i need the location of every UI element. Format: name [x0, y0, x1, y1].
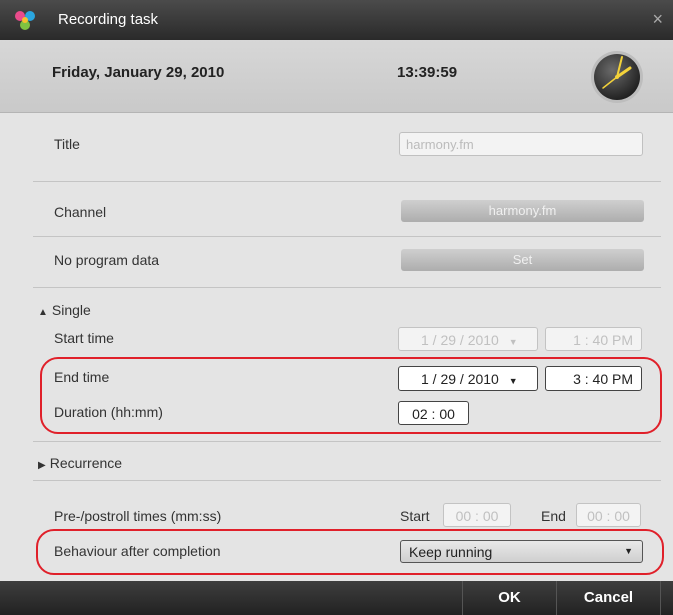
triangle-right-icon: ▶	[38, 460, 46, 471]
divider	[33, 287, 661, 288]
dialog-footer: OK Cancel	[0, 581, 673, 615]
postroll-end-label: End	[541, 508, 566, 524]
postroll-end-field[interactable]: 00 : 00	[576, 503, 641, 527]
program-data-label: No program data	[54, 252, 160, 268]
set-button[interactable]: Set	[401, 249, 644, 271]
analog-clock-icon	[591, 51, 643, 103]
chevron-down-icon: ▼	[508, 337, 518, 347]
app-logo-icon	[15, 11, 35, 30]
recording-task-window: Recording task × Friday, January 29, 201…	[0, 0, 673, 615]
postroll-end-value: 00 : 00	[587, 508, 630, 524]
behaviour-highlight	[36, 529, 664, 575]
start-time-value: 1 : 40 PM	[573, 332, 633, 348]
divider	[33, 480, 661, 481]
divider	[33, 236, 661, 237]
single-section-toggle[interactable]: ▲ Single	[38, 302, 91, 318]
recurrence-section-label: Recurrence	[49, 455, 123, 471]
date-time-header: Friday, January 29, 2010 13:39:59	[0, 40, 673, 113]
start-time-picker[interactable]: 1 : 40 PM	[545, 327, 642, 351]
triangle-up-icon: ▲	[38, 307, 48, 318]
single-section-label: Single	[51, 302, 91, 318]
current-date: Friday, January 29, 2010	[52, 64, 225, 81]
title-label: Title	[54, 136, 80, 152]
preroll-start-field[interactable]: 00 : 00	[443, 503, 511, 527]
cancel-button[interactable]: Cancel	[556, 581, 661, 615]
title-field[interactable]: harmony.fm	[399, 132, 643, 156]
start-time-label: Start time	[54, 330, 114, 346]
window-title: Recording task	[58, 11, 159, 28]
start-date-picker[interactable]: 1 / 29 / 2010 ▼	[398, 327, 538, 351]
end-time-highlight	[40, 357, 662, 434]
recurrence-section-toggle[interactable]: ▶ Recurrence	[38, 455, 122, 471]
close-icon[interactable]: ×	[652, 9, 663, 30]
divider	[33, 181, 661, 182]
current-time: 13:39:59	[397, 64, 458, 81]
preroll-start-value: 00 : 00	[455, 508, 499, 524]
ok-button[interactable]: OK	[462, 581, 556, 615]
preroll-label: Pre-/postroll times (mm:ss)	[54, 508, 222, 524]
title-field-text: harmony.fm	[406, 137, 474, 152]
start-date-value: 1 / 29 / 2010	[421, 332, 499, 348]
channel-button[interactable]: harmony.fm	[401, 200, 644, 222]
divider	[33, 441, 661, 442]
preroll-start-label: Start	[400, 508, 430, 524]
title-bar: Recording task ×	[0, 0, 673, 40]
channel-label: Channel	[54, 204, 107, 220]
